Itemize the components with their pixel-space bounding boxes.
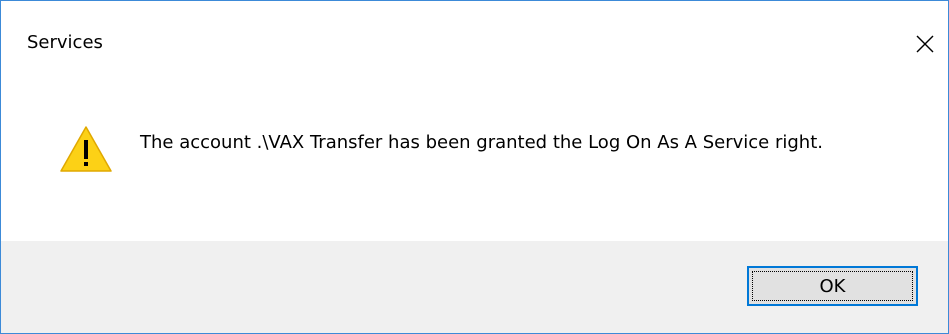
dialog-message: The account .\VAX Transfer has been gran… (140, 132, 823, 153)
warning-icon (60, 126, 112, 172)
dialog-footer: OK (1, 241, 948, 333)
close-icon (916, 35, 934, 53)
title-bar[interactable]: Services (1, 1, 948, 89)
services-dialog: Services The account .\VAX Transfer has … (0, 0, 949, 334)
ok-button-label: OK (819, 275, 846, 297)
dialog-title: Services (27, 32, 103, 53)
ok-button[interactable]: OK (747, 266, 918, 306)
dialog-content: The account .\VAX Transfer has been gran… (1, 89, 948, 241)
close-button[interactable] (902, 21, 948, 67)
